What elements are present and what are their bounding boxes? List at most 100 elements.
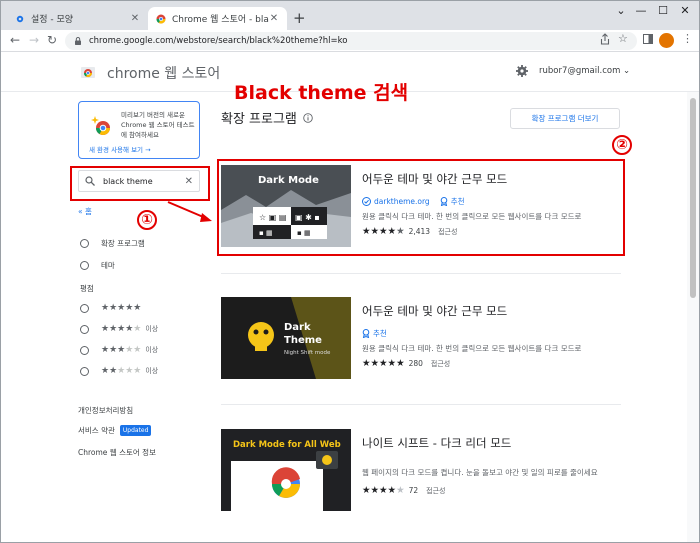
terms-link[interactable]: 서비스 약관 Updated	[78, 425, 152, 436]
url-text: chrome.google.com/webstore/search/black%…	[89, 36, 348, 46]
info-icon[interactable]	[303, 112, 313, 123]
store-title[interactable]: chrome 웹 스토어	[107, 63, 220, 83]
svg-text:Night Shift mode: Night Shift mode	[284, 350, 331, 356]
settings-gear-icon[interactable]	[516, 65, 528, 77]
minimize-icon[interactable]: —	[631, 4, 651, 17]
annotation-box-result	[217, 159, 625, 256]
annotation-title: Black theme 검색	[234, 82, 409, 104]
section-title: 확장 프로그램	[221, 108, 313, 127]
scrollbar-thumb[interactable]	[690, 98, 696, 298]
privacy-link[interactable]: 개인정보처리방침	[78, 405, 133, 416]
reload-icon[interactable]: ↻	[47, 33, 57, 47]
svg-text:Dark Mode for All Web: Dark Mode for All Web	[233, 440, 341, 450]
featured-label: 추천	[373, 329, 387, 338]
extension-rating: ★★★★★ 72 접근성	[362, 485, 445, 496]
radio-button[interactable]	[80, 366, 89, 376]
updated-badge: Updated	[119, 425, 152, 436]
menu-kebab-icon[interactable]: ⋮	[682, 32, 693, 45]
about-store-link[interactable]: Chrome 웹 스토어 정보	[78, 447, 156, 458]
chevron-down-icon: ⌄	[623, 66, 631, 76]
svg-text:Theme: Theme	[284, 335, 322, 346]
side-panel-icon[interactable]	[643, 34, 653, 44]
radio-button[interactable]	[80, 303, 89, 313]
extension-name[interactable]: 나이트 시프트 - 다크 리더 모드	[362, 435, 511, 451]
divider	[221, 273, 621, 274]
profile-avatar[interactable]	[659, 33, 674, 48]
extension-meta: 추천	[362, 328, 387, 339]
tab-settings[interactable]: 설정 - 모양 ✕	[7, 7, 148, 30]
filter-rating-2[interactable]: ★★★★★ 이상	[80, 366, 158, 376]
annotation-box-search	[70, 166, 210, 201]
maximize-icon[interactable]: ☐	[653, 4, 673, 17]
extension-name[interactable]: 어두운 테마 및 야간 근무 모드	[362, 303, 507, 319]
night-shift-thumbnail-image: Dark Mode for All Web	[221, 429, 351, 511]
chrome-icon	[156, 14, 166, 24]
filter-rating-5[interactable]: ★★★★★	[80, 303, 145, 313]
lock-icon	[75, 37, 81, 45]
star-rating-icon: ★★★★★	[362, 485, 405, 496]
star-rating-icon: ★★★★★	[101, 366, 142, 376]
sidebar: 미리보기 버전의 새로운 Chrome 웹 스토어 테스트에 참여하세요 새 환…	[69, 92, 210, 542]
page-scrollbar[interactable]	[687, 92, 699, 542]
star-rating-icon: ★★★★★	[362, 358, 405, 369]
star-rating-icon: ★★★★★	[101, 324, 142, 334]
radio-button[interactable]	[80, 324, 89, 334]
extension-rating: ★★★★★ 280 접근성	[362, 358, 450, 369]
gear-icon	[16, 15, 24, 22]
star-rating-icon: ★★★★★	[101, 303, 142, 313]
extension-description: 원용 클릭식 다크 테마. 한 번의 클릭으로 모든 웹사이트를 다크 모드로	[362, 344, 582, 353]
tab-close-icon[interactable]: ✕	[269, 13, 279, 24]
divider	[221, 404, 621, 405]
extension-card-3[interactable]: Dark Mode for All Web 나이트 시프트 - 다크 리더 모드…	[221, 429, 621, 511]
rating-suffix: 이상	[145, 346, 159, 354]
filter-themes[interactable]: 테마	[80, 260, 115, 271]
annotation-marker-2: ②	[612, 135, 632, 155]
webstore-logo-icon[interactable]	[81, 64, 95, 78]
address-bar[interactable]: chrome.google.com/webstore/search/black%…	[65, 32, 637, 50]
share-icon[interactable]	[599, 32, 611, 46]
tab-strip: 설정 - 모양 ✕ Chrome 웹 스토어 - black theme ✕ +…	[1, 1, 699, 30]
promo-text: 미리보기 버전의 새로운 Chrome 웹 스토어 테스트에 참여하세요	[121, 111, 195, 139]
radio-button[interactable]	[80, 239, 89, 248]
try-new-experience-link[interactable]: 새 환경 사용해 보기 →	[89, 144, 151, 154]
extension-card-2[interactable]: Dark Theme Night Shift mode 어두운 테마 및 야간 …	[221, 297, 621, 379]
forward-icon[interactable]: →	[29, 33, 39, 47]
category-label[interactable]: 접근성	[431, 359, 450, 369]
annotation-arrow-icon	[167, 201, 212, 222]
svg-text:Dark: Dark	[284, 322, 311, 333]
rating-count: 72	[408, 486, 419, 495]
filter-rating-3[interactable]: ★★★★★ 이상	[80, 345, 158, 355]
extension-description: 웹 페이지의 다크 모드를 켭니다. 눈을 돌보고 야간 및 일의 피로를 줄이…	[362, 468, 598, 477]
filter-rating-4[interactable]: ★★★★★ 이상	[80, 324, 158, 334]
tab-close-icon[interactable]: ✕	[130, 13, 140, 24]
extension-thumbnail[interactable]: Dark Mode for All Web	[221, 429, 351, 511]
rating-suffix: 이상	[145, 325, 159, 333]
rating-heading: 평점	[80, 284, 94, 293]
tab-webstore[interactable]: Chrome 웹 스토어 - black theme ✕	[148, 7, 287, 30]
new-tab-icon[interactable]: +	[293, 9, 306, 27]
browser-window: 설정 - 모양 ✕ Chrome 웹 스토어 - black theme ✕ +…	[0, 0, 700, 543]
filter-label: 테마	[101, 261, 115, 270]
filter-extensions[interactable]: 확장 프로그램	[80, 238, 145, 249]
browser-toolbar: ← → ↻ chrome.google.com/webstore/search/…	[1, 30, 699, 52]
close-window-icon[interactable]: ✕	[675, 4, 695, 17]
tab-title: 설정 - 모양	[31, 15, 74, 25]
filter-label: 확장 프로그램	[101, 239, 145, 248]
bookmark-star-icon[interactable]: ☆	[618, 32, 628, 45]
rating-suffix: 이상	[145, 367, 159, 375]
star-rating-icon: ★★★★★	[101, 345, 142, 355]
back-icon[interactable]: ←	[10, 33, 20, 47]
preview-promo-card[interactable]: 미리보기 버전의 새로운 Chrome 웹 스토어 테스트에 참여하세요 새 환…	[78, 101, 200, 159]
home-link[interactable]: « 홈	[78, 206, 92, 217]
radio-button[interactable]	[80, 261, 89, 270]
tab-title: Chrome 웹 스토어 - black theme	[172, 15, 269, 25]
chevron-down-icon[interactable]: ⌄	[611, 4, 631, 17]
radio-button[interactable]	[80, 345, 89, 355]
category-label[interactable]: 접근성	[426, 486, 445, 496]
dark-theme-thumbnail-image: Dark Theme Night Shift mode	[221, 297, 351, 379]
featured-badge-icon	[362, 329, 370, 338]
account-email[interactable]: rubor7@gmail.com ⌄	[539, 66, 630, 76]
chrome-sparkle-icon	[91, 116, 110, 135]
more-extensions-button[interactable]: 확장 프로그램 더보기	[510, 108, 620, 129]
extension-thumbnail[interactable]: Dark Theme Night Shift mode	[221, 297, 351, 379]
